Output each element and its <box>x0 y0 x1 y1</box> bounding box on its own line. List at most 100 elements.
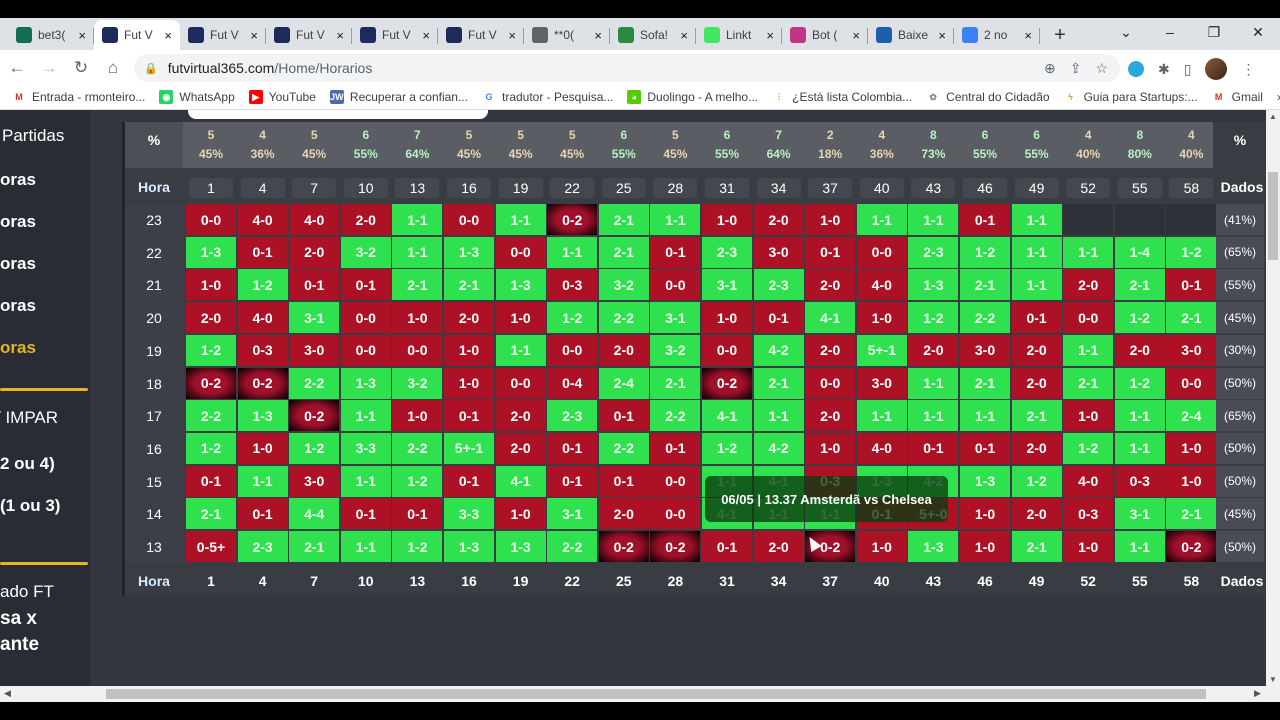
score-cell[interactable]: 3-3 <box>340 432 391 464</box>
score-cell[interactable]: 0-0 <box>495 236 546 268</box>
score-cell[interactable]: 0-1 <box>805 236 856 268</box>
score-cell[interactable]: 2-2 <box>186 400 236 432</box>
score-cell[interactable]: 1-2 <box>186 432 236 464</box>
score-cell[interactable]: 2-1 <box>1166 498 1217 530</box>
score-cell[interactable]: 1-0 <box>495 302 546 334</box>
minimize-icon[interactable]: – <box>1148 18 1192 48</box>
score-cell[interactable]: 1-1 <box>1011 204 1062 235</box>
score-cell[interactable]: 1-1 <box>392 236 443 268</box>
score-cell[interactable]: 1-0 <box>856 302 907 334</box>
score-cell[interactable]: 2-0 <box>753 204 804 235</box>
close-tab-icon[interactable]: × <box>78 28 86 43</box>
score-cell[interactable]: 1-1 <box>340 531 391 562</box>
score-cell[interactable]: 2-0 <box>805 269 856 301</box>
close-tab-icon[interactable]: × <box>766 28 774 43</box>
score-cell[interactable]: 1-3 <box>444 531 494 562</box>
score-cell[interactable]: 2-3 <box>237 531 288 562</box>
bookmark-1[interactable]: ◉ WhatsApp <box>159 90 235 104</box>
score-cell[interactable]: 1-0 <box>392 302 443 334</box>
score-cell[interactable]: 0-1 <box>444 400 494 432</box>
bookmark-6[interactable]: ⫶ ¿Está lista Colombia... <box>772 90 912 104</box>
score-cell[interactable]: 0-1 <box>547 465 598 497</box>
score-cell[interactable]: 1-3 <box>908 269 959 301</box>
score-cell[interactable]: 0-0 <box>495 367 546 399</box>
score-cell[interactable]: 1-1 <box>1063 334 1114 366</box>
score-cell[interactable]: 3-1 <box>650 302 701 334</box>
score-cell[interactable]: 1-3 <box>186 236 236 268</box>
score-cell[interactable]: 1-2 <box>186 334 236 366</box>
score-cell[interactable]: 0-2 <box>702 367 752 399</box>
score-cell[interactable]: 0-3 <box>1063 498 1114 530</box>
score-cell[interactable]: 1-2 <box>289 432 340 464</box>
score-cell[interactable]: 1-1 <box>908 367 959 399</box>
bookmark-4[interactable]: Gtradutor - Pesquisa... <box>481 90 613 104</box>
reload-icon[interactable]: ↻ <box>66 58 96 78</box>
puzzle-icon[interactable]: ✱ <box>1158 61 1170 78</box>
score-cell[interactable]: 2-2 <box>598 432 649 464</box>
score-cell[interactable]: 0-1 <box>186 465 236 497</box>
scroll-down-icon[interactable]: ▼ <box>1269 675 1277 684</box>
score-cell[interactable]: 2-0 <box>289 236 340 268</box>
score-cell[interactable]: 2-1 <box>392 269 443 301</box>
score-cell[interactable]: 1-0 <box>960 531 1010 562</box>
score-cell[interactable]: 2-0 <box>805 400 856 432</box>
score-cell[interactable]: 0-1 <box>650 236 701 268</box>
score-cell[interactable]: 2-0 <box>908 334 959 366</box>
score-cell[interactable]: 1-0 <box>856 531 907 562</box>
score-cell[interactable]: 1-3 <box>960 465 1010 497</box>
tab-7[interactable]: Sofa! × <box>610 20 696 50</box>
score-cell[interactable]: 0-3 <box>1114 465 1165 497</box>
tab-8[interactable]: Linkt × <box>696 20 782 50</box>
score-cell[interactable]: 4-0 <box>237 204 288 235</box>
score-cell[interactable]: 0-1 <box>702 531 752 562</box>
sidebar-item-4[interactable]: oras <box>0 296 36 316</box>
close-tab-icon[interactable]: × <box>1024 28 1032 43</box>
score-cell[interactable]: 1-1 <box>1063 236 1114 268</box>
score-cell[interactable]: 0-1 <box>598 465 649 497</box>
score-cell[interactable]: 1-0 <box>392 400 443 432</box>
score-cell[interactable]: 2-1 <box>753 367 804 399</box>
score-cell[interactable]: 2-1 <box>1011 531 1062 562</box>
score-cell[interactable]: 2-0 <box>1011 334 1062 366</box>
tab-6[interactable]: **0(× <box>524 20 610 50</box>
score-cell[interactable]: 4-1 <box>805 302 856 334</box>
score-cell[interactable]: 0-1 <box>908 432 959 464</box>
score-cell[interactable]: 0-0 <box>392 334 443 366</box>
bookmark-2[interactable]: ▶ YouTube <box>248 90 316 104</box>
score-cell[interactable]: 5+-1 <box>444 432 494 464</box>
score-cell[interactable]: 1-0 <box>805 204 856 235</box>
tab-1[interactable]: Fut V × <box>94 20 180 50</box>
tab-0[interactable]: bet3(× <box>8 20 94 50</box>
score-cell[interactable]: 0-0 <box>650 269 701 301</box>
score-cell[interactable]: 2-0 <box>805 334 856 366</box>
close-tab-icon[interactable]: × <box>336 28 344 43</box>
score-cell[interactable]: 0-3 <box>547 269 598 301</box>
score-cell[interactable]: 0-2 <box>186 367 236 399</box>
close-tab-icon[interactable]: × <box>680 28 688 43</box>
score-cell[interactable]: 3-1 <box>702 269 752 301</box>
score-cell[interactable]: 1-1 <box>1011 269 1062 301</box>
score-cell[interactable]: 0-0 <box>1166 367 1217 399</box>
close-tab-icon[interactable]: × <box>938 28 946 43</box>
score-cell[interactable]: 2-1 <box>598 236 649 268</box>
score-cell[interactable]: 1-0 <box>702 204 752 235</box>
score-cell[interactable]: 2-1 <box>186 498 236 530</box>
score-cell[interactable]: 1-1 <box>547 236 598 268</box>
score-cell[interactable]: 1-1 <box>856 400 907 432</box>
score-cell[interactable]: 2-0 <box>1011 367 1062 399</box>
score-cell[interactable]: 2-3 <box>753 269 804 301</box>
score-cell[interactable]: 1-2 <box>1011 465 1062 497</box>
score-cell[interactable]: 2-0 <box>598 334 649 366</box>
share-icon[interactable]: ⇪ <box>1070 60 1082 77</box>
bookmark-7[interactable]: ✿ Central do Cidadão <box>926 90 1050 104</box>
score-cell[interactable]: 1-2 <box>908 302 959 334</box>
score-cell[interactable]: 3-2 <box>340 236 391 268</box>
score-cell[interactable]: 0-1 <box>289 269 340 301</box>
bookmark-8[interactable]: ϟ Guia para Startups:... <box>1063 90 1198 104</box>
score-cell[interactable]: 2-1 <box>444 269 494 301</box>
score-cell[interactable]: 4-4 <box>289 498 340 530</box>
score-cell[interactable]: 2-2 <box>650 400 701 432</box>
score-cell[interactable]: 0-2 <box>547 204 598 235</box>
score-cell[interactable]: 4-0 <box>237 302 288 334</box>
score-cell[interactable]: 0-0 <box>1063 302 1114 334</box>
